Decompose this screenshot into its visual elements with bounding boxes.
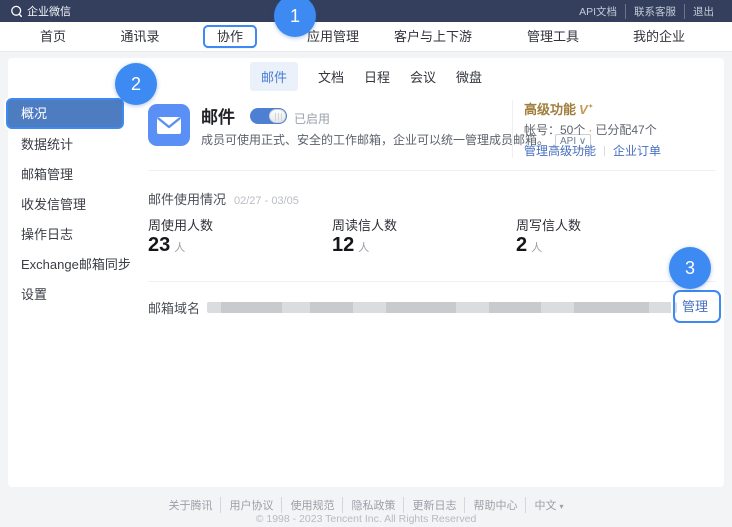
premium-star-icon: ✦: [588, 104, 594, 111]
mail-app-title: 邮件: [201, 103, 235, 128]
sidebar-item-operation-log[interactable]: 操作日志: [8, 220, 138, 250]
premium-v-icon: V: [579, 102, 588, 117]
chevron-down-icon: ▾: [559, 502, 563, 511]
manage-premium-link[interactable]: 管理高级功能: [524, 142, 596, 159]
link-separator: [604, 146, 605, 156]
top-bar: 企业微信 API文档 联系客服 退出: [0, 0, 732, 22]
sidebar-item-mailbox-management[interactable]: 邮箱管理: [8, 160, 138, 190]
divider-2: [148, 281, 716, 282]
premium-links: 管理高级功能 企业订单: [524, 142, 661, 159]
annotation-box-overview: [6, 98, 124, 129]
nav-item-home[interactable]: 首页: [40, 22, 66, 52]
nav-item-apps[interactable]: 应用管理: [307, 22, 359, 52]
footer-privacy-link[interactable]: 隐私政策: [342, 497, 403, 513]
toggle-knob: [269, 109, 286, 123]
nav-item-tools[interactable]: 管理工具: [527, 22, 579, 52]
stat-weekly-users-label: 周使用人数: [148, 215, 213, 234]
stat-weekly-writers-label: 周写信人数: [516, 215, 581, 234]
annotation-box-manage: [673, 290, 721, 323]
stat-weekly-readers-value: 12人: [332, 234, 369, 257]
nav-item-my-company[interactable]: 我的企业: [633, 22, 685, 52]
brand[interactable]: 企业微信: [10, 3, 71, 19]
footer-language-selector[interactable]: 中文▾: [525, 497, 571, 513]
tab-drive[interactable]: 微盘: [456, 62, 482, 91]
wecom-admin-screen: 企业微信 API文档 联系客服 退出 首页 通讯录 协作 应用管理 客户与上下游…: [0, 0, 732, 527]
premium-divider: [512, 100, 513, 158]
sidebar-item-send-receive[interactable]: 收发信管理: [8, 190, 138, 220]
tab-mail[interactable]: 邮件: [250, 62, 298, 91]
usage-date-range: 02/27 - 03/05: [234, 195, 299, 207]
tab-calendar[interactable]: 日程: [364, 62, 390, 91]
annotation-step-3: 3: [669, 247, 711, 289]
stat-weekly-users-value: 23人: [148, 234, 185, 257]
sidebar-item-settings[interactable]: 设置: [8, 280, 138, 310]
footer-agreement-link[interactable]: 用户协议: [220, 497, 281, 513]
mail-app-icon: [148, 104, 190, 146]
top-bar-links: API文档 联系客服 退出: [571, 4, 722, 19]
mail-domain-label: 邮箱域名: [148, 298, 200, 317]
footer-about-link[interactable]: 关于腾讯: [160, 497, 220, 513]
footer-links: 关于腾讯 用户协议 使用规范 隐私政策 更新日志 帮助中心 中文▾: [0, 497, 732, 513]
tab-docs[interactable]: 文档: [318, 62, 344, 91]
dot-separator: ·: [585, 123, 595, 137]
premium-account-info: 帐号：50个·已分配47个: [524, 121, 657, 138]
footer-rules-link[interactable]: 使用规范: [281, 497, 342, 513]
nav-item-contacts[interactable]: 通讯录: [120, 22, 159, 52]
enterprise-order-link[interactable]: 企业订单: [613, 142, 661, 159]
domain-redacted-bar: [207, 302, 677, 313]
tab-meeting[interactable]: 会议: [410, 62, 436, 91]
main-nav: 首页 通讯录 协作 应用管理 客户与上下游 管理工具 我的企业: [0, 22, 732, 52]
sidebar-item-exchange-sync[interactable]: Exchange邮箱同步: [8, 250, 138, 280]
annotation-box-collaboration: [203, 25, 257, 48]
footer-help-link[interactable]: 帮助中心: [464, 497, 525, 513]
api-docs-link[interactable]: API文档: [571, 4, 625, 19]
stat-weekly-writers-value: 2人: [516, 234, 542, 257]
mail-status-label: 已启用: [294, 110, 330, 127]
nav-item-customers[interactable]: 客户与上下游: [394, 22, 472, 52]
premium-title: 高级功能V✦: [524, 99, 594, 118]
stat-weekly-readers-label: 周读信人数: [332, 215, 397, 234]
mail-enabled-toggle[interactable]: [250, 108, 287, 124]
annotation-step-2: 2: [115, 63, 157, 105]
brand-name: 企业微信: [27, 3, 71, 19]
collaboration-tabs: 邮件 文档 日程 会议 微盘: [0, 63, 732, 89]
footer-changelog-link[interactable]: 更新日志: [403, 497, 464, 513]
sidebar-item-statistics[interactable]: 数据统计: [8, 130, 138, 160]
wecom-logo-icon: [10, 5, 23, 18]
copyright-text: © 1998 - 2023 Tencent Inc. All Rights Re…: [0, 513, 732, 525]
usage-section-title: 邮件使用情况02/27 - 03/05: [148, 189, 299, 208]
contact-support-link[interactable]: 联系客服: [625, 4, 684, 19]
divider-1: [148, 170, 716, 171]
logout-link[interactable]: 退出: [684, 4, 722, 19]
